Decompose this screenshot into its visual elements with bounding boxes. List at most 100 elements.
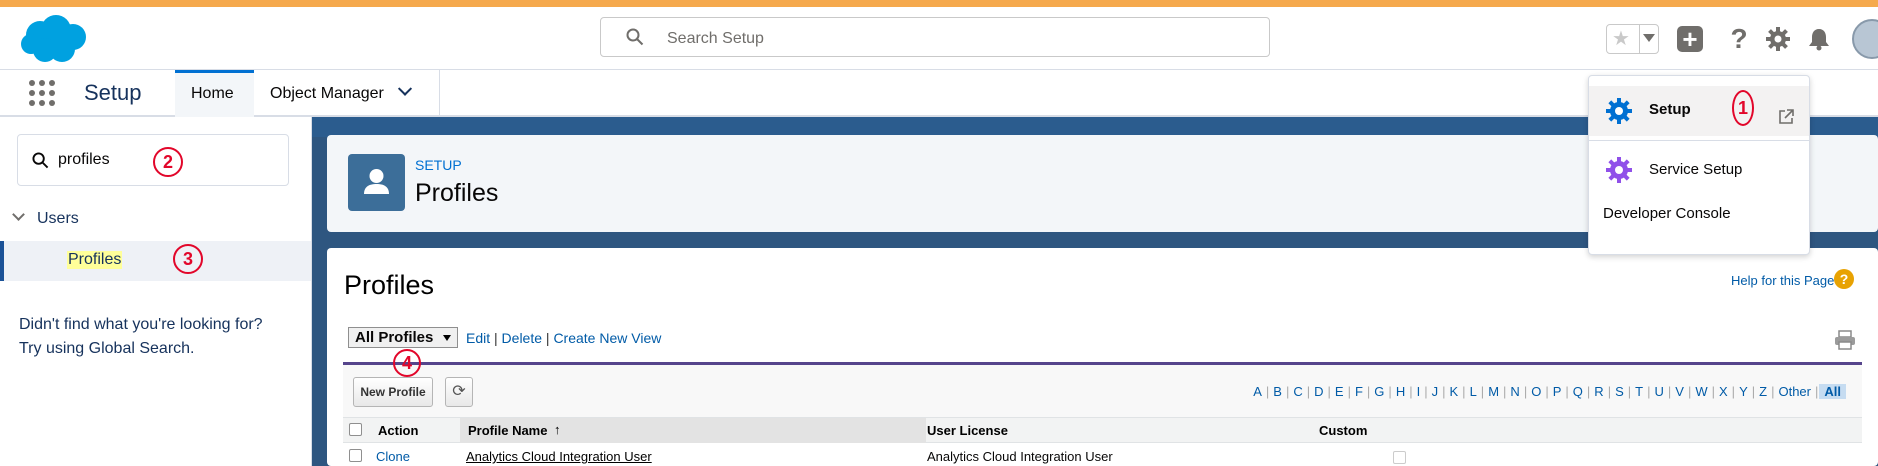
alphabet-letter-b[interactable]: B bbox=[1270, 384, 1285, 399]
edit-view-link[interactable]: Edit bbox=[466, 330, 490, 346]
tab-object-manager-label: Object Manager bbox=[270, 85, 384, 102]
view-select[interactable]: All Profiles bbox=[348, 327, 458, 348]
alphabet-letter-t[interactable]: T bbox=[1632, 384, 1646, 399]
alphabet-letter-n[interactable]: N bbox=[1507, 384, 1522, 399]
alphabet-letter-u[interactable]: U bbox=[1651, 384, 1666, 399]
delete-view-link[interactable]: Delete bbox=[502, 330, 542, 346]
sidebar-group-users[interactable]: Users bbox=[10, 208, 79, 228]
column-header-user-license[interactable]: User License bbox=[927, 423, 1008, 438]
alphabet-letter-q[interactable]: Q bbox=[1570, 384, 1586, 399]
help-for-page-link[interactable]: Help for this Page bbox=[1731, 273, 1834, 288]
alphabet-letter-all[interactable]: All bbox=[1819, 384, 1846, 399]
view-select-value: All Profiles bbox=[355, 329, 434, 346]
column-header-custom[interactable]: Custom bbox=[1319, 423, 1367, 438]
step-marker-4: 4 bbox=[393, 349, 421, 377]
sort-ascending-icon: ↑ bbox=[554, 422, 561, 437]
alphabet-letter-h[interactable]: H bbox=[1393, 384, 1408, 399]
alphabet-letter-v[interactable]: V bbox=[1672, 384, 1687, 399]
sidebar-help-line1: Didn't find what you're looking for? bbox=[19, 316, 263, 333]
alphabet-letter-d[interactable]: D bbox=[1311, 384, 1326, 399]
gear-icon bbox=[1766, 27, 1790, 51]
profile-name-link[interactable]: Analytics Cloud Integration User bbox=[466, 449, 652, 464]
alphabet-letter-y[interactable]: Y bbox=[1736, 384, 1751, 399]
page-supertitle: SETUP bbox=[415, 157, 462, 173]
menu-item-developer-console-label: Developer Console bbox=[1603, 205, 1731, 222]
step-marker-3: 3 bbox=[173, 244, 203, 274]
alphabet-letter-m[interactable]: M bbox=[1485, 384, 1502, 399]
alphabet-letter-x[interactable]: X bbox=[1716, 384, 1731, 399]
sidebar-item-label: Profiles bbox=[67, 251, 123, 269]
menu-item-service-setup[interactable]: Service Setup bbox=[1589, 151, 1809, 191]
open-in-new-window-icon[interactable] bbox=[1777, 108, 1795, 126]
alphabet-letter-s[interactable]: S bbox=[1612, 384, 1627, 399]
alphabet-letter-f[interactable]: F bbox=[1352, 384, 1366, 399]
help-icon[interactable]: ? bbox=[1834, 269, 1854, 289]
sidebar-item-profiles[interactable]: Profiles bbox=[0, 241, 311, 281]
bell-icon bbox=[1809, 29, 1829, 51]
list-title: Profiles bbox=[344, 270, 435, 300]
printer-icon[interactable] bbox=[1834, 330, 1856, 350]
alphabet-letter-k[interactable]: K bbox=[1447, 384, 1462, 399]
help-button[interactable]: ? bbox=[1723, 23, 1755, 55]
table-row: Clone Analytics Cloud Integration User A… bbox=[343, 443, 1862, 466]
alphabet-letter-i[interactable]: I bbox=[1414, 384, 1424, 399]
salesforce-logo[interactable] bbox=[18, 13, 90, 65]
alphabet-letter-z[interactable]: Z bbox=[1756, 384, 1770, 399]
service-gear-icon bbox=[1606, 157, 1632, 183]
top-accent-strip bbox=[0, 0, 1878, 7]
column-header-action: Action bbox=[378, 423, 419, 438]
tab-home[interactable]: Home bbox=[175, 70, 254, 117]
clone-link[interactable]: Clone bbox=[376, 449, 410, 464]
menu-item-setup[interactable]: Setup bbox=[1589, 86, 1809, 136]
star-icon[interactable]: ★ bbox=[1612, 28, 1630, 50]
custom-checkbox bbox=[1393, 451, 1406, 466]
alphabet-letter-p[interactable]: P bbox=[1550, 384, 1565, 399]
alphabet-letter-o[interactable]: O bbox=[1528, 384, 1544, 399]
question-icon: ? bbox=[1730, 23, 1748, 54]
global-search-input[interactable]: Search Setup bbox=[600, 17, 1270, 57]
alphabet-letter-c[interactable]: C bbox=[1290, 384, 1305, 399]
setup-gear-button[interactable] bbox=[1762, 23, 1794, 55]
sidebar-help-text: Didn't find what you're looking for? Try… bbox=[19, 313, 299, 361]
menu-item-setup-label: Setup bbox=[1649, 101, 1691, 118]
menu-item-developer-console[interactable]: Developer Console bbox=[1589, 196, 1809, 230]
chevron-down-icon[interactable] bbox=[398, 81, 413, 96]
chevron-down-icon bbox=[443, 335, 451, 341]
refresh-icon: ⟳ bbox=[452, 383, 466, 400]
user-license-cell: Analytics Cloud Integration User bbox=[927, 449, 1113, 464]
favorites-button[interactable]: ★ bbox=[1606, 24, 1659, 54]
select-all-checkbox[interactable] bbox=[349, 423, 362, 439]
app-launcher-icon[interactable] bbox=[29, 80, 55, 106]
refresh-button[interactable]: ⟳ bbox=[445, 377, 473, 407]
favorites-divider bbox=[1639, 25, 1640, 53]
column-header-profile-name[interactable]: Profile Name ↑ bbox=[460, 418, 926, 443]
app-name: Setup bbox=[84, 80, 142, 105]
view-links: Edit | Delete | Create New View bbox=[466, 330, 662, 346]
alphabet-letter-l[interactable]: L bbox=[1467, 384, 1480, 399]
alphabet-letter-other[interactable]: Other bbox=[1775, 384, 1814, 399]
page-title: Profiles bbox=[415, 179, 499, 207]
alphabet-letter-a[interactable]: A bbox=[1250, 384, 1265, 399]
alphabet-letter-r[interactable]: R bbox=[1591, 384, 1606, 399]
alphabet-letter-j[interactable]: J bbox=[1429, 384, 1442, 399]
step-marker-1: 1 bbox=[1732, 90, 1754, 126]
notifications-button[interactable] bbox=[1803, 23, 1835, 55]
alphabet-letter-w[interactable]: W bbox=[1692, 384, 1710, 399]
global-header: Search Setup ★ + ? bbox=[0, 7, 1878, 70]
global-actions-button[interactable]: + bbox=[1674, 23, 1706, 55]
alphabet-letter-g[interactable]: G bbox=[1371, 384, 1387, 399]
plus-icon: + bbox=[1677, 26, 1703, 52]
profile-icon bbox=[348, 154, 405, 211]
menu-item-service-setup-label: Service Setup bbox=[1649, 161, 1743, 178]
row-checkbox[interactable] bbox=[349, 449, 362, 465]
tab-object-manager[interactable]: Object Manager bbox=[254, 70, 440, 117]
new-profile-button[interactable]: New Profile bbox=[353, 377, 433, 407]
sidebar-help-line2: Try using Global Search. bbox=[19, 340, 195, 357]
quick-find-value: profiles bbox=[58, 151, 110, 168]
alphabet-letter-e[interactable]: E bbox=[1332, 384, 1347, 399]
user-avatar[interactable] bbox=[1852, 19, 1878, 59]
chevron-down-icon[interactable] bbox=[1643, 34, 1655, 42]
create-new-view-link[interactable]: Create New View bbox=[553, 330, 661, 346]
chevron-down-icon bbox=[12, 208, 25, 221]
alphabet-filter: A | B | C | D | E | F | G | H | I | J | K | L | M | N | O | P | Q | R | S | T |… bbox=[1250, 384, 1846, 399]
